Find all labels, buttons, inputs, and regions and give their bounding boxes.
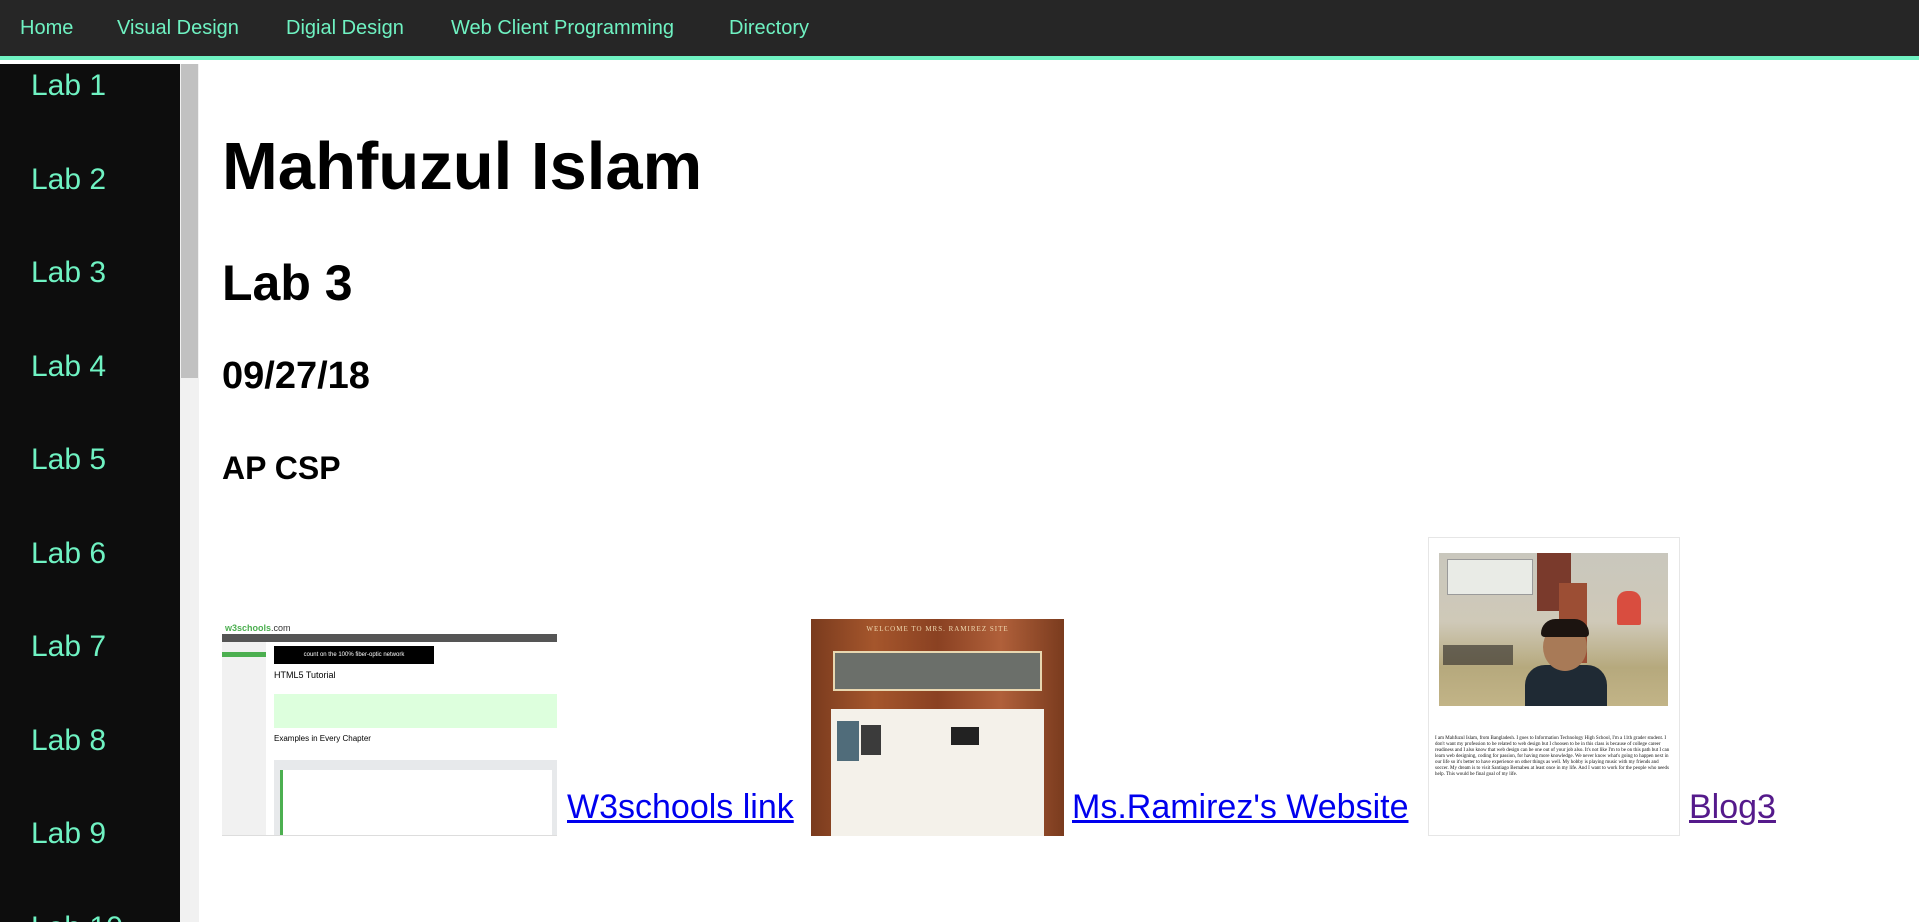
- w3schools-sidebar: [222, 642, 266, 835]
- sidebar-scrollbar[interactable]: [180, 64, 199, 922]
- blog3-screenshot: I am Mahfuzul Islam, from Bangladesh. I …: [1428, 537, 1680, 836]
- w3schools-section: Examples in Every Chapter: [274, 734, 371, 743]
- nav-home[interactable]: Home: [20, 0, 73, 56]
- sidebar-item-lab-7[interactable]: Lab 7: [31, 630, 106, 664]
- w3schools-note-box: [274, 694, 557, 728]
- nav-directory[interactable]: Directory: [729, 0, 809, 56]
- sidebar-item-lab-5[interactable]: Lab 5: [31, 443, 106, 477]
- sidebar-item-lab-8[interactable]: Lab 8: [31, 724, 106, 758]
- sidebar: Lab 1 Lab 2 Lab 3 Lab 4 Lab 5 Lab 6 Lab …: [0, 64, 180, 922]
- ramirez-site-title: WELCOME TO MRS. RAMIREZ SITE: [866, 625, 1009, 633]
- sidebar-item-lab-6[interactable]: Lab 6: [31, 537, 106, 571]
- ramirez-content-card: [831, 709, 1044, 836]
- date-heading: 09/27/18: [222, 355, 370, 397]
- nav-web-client-programming[interactable]: Web Client Programming: [451, 0, 674, 56]
- w3schools-menu-bar: [222, 634, 557, 642]
- blog3-photo: [1439, 553, 1668, 706]
- ramirez-classroom-photo: [833, 651, 1042, 691]
- ramirez-website-screenshot: WELCOME TO MRS. RAMIREZ SITE: [811, 619, 1064, 836]
- page-title: Mahfuzul Islam: [222, 129, 703, 204]
- top-nav: Home Visual Design Digial Design Web Cli…: [0, 0, 1919, 60]
- w3schools-ad: count on the 100% fiber-optic network: [274, 646, 434, 664]
- sidebar-item-lab-10[interactable]: Lab 10: [31, 911, 123, 922]
- blog3-text: I am Mahfuzul Islam, from Bangladesh. I …: [1435, 736, 1670, 777]
- w3schools-screenshot: w3schools.com count on the 100% fiber-op…: [222, 620, 557, 836]
- scrollbar-thumb[interactable]: [181, 64, 198, 378]
- w3schools-code-example: [274, 760, 557, 835]
- lab-heading: Lab 3: [222, 255, 353, 311]
- w3schools-logo: w3schools.com: [225, 623, 291, 633]
- w3schools-heading: HTML5 Tutorial: [274, 670, 336, 680]
- nav-visual-design[interactable]: Visual Design: [117, 0, 239, 56]
- nav-digial-design[interactable]: Digial Design: [286, 0, 404, 56]
- sidebar-item-lab-9[interactable]: Lab 9: [31, 817, 106, 851]
- sidebar-item-lab-4[interactable]: Lab 4: [31, 350, 106, 384]
- sidebar-item-lab-1[interactable]: Lab 1: [31, 69, 106, 103]
- main-content: Mahfuzul Islam Lab 3 09/27/18 AP CSP w3s…: [199, 64, 1919, 922]
- sidebar-item-lab-3[interactable]: Lab 3: [31, 256, 106, 290]
- sidebar-item-lab-2[interactable]: Lab 2: [31, 163, 106, 197]
- blog3-link[interactable]: Blog3: [1689, 788, 1776, 827]
- course-heading: AP CSP: [222, 450, 341, 486]
- ramirez-website-link[interactable]: Ms.Ramirez's Website: [1072, 788, 1408, 827]
- w3schools-link[interactable]: W3schools link: [567, 788, 794, 827]
